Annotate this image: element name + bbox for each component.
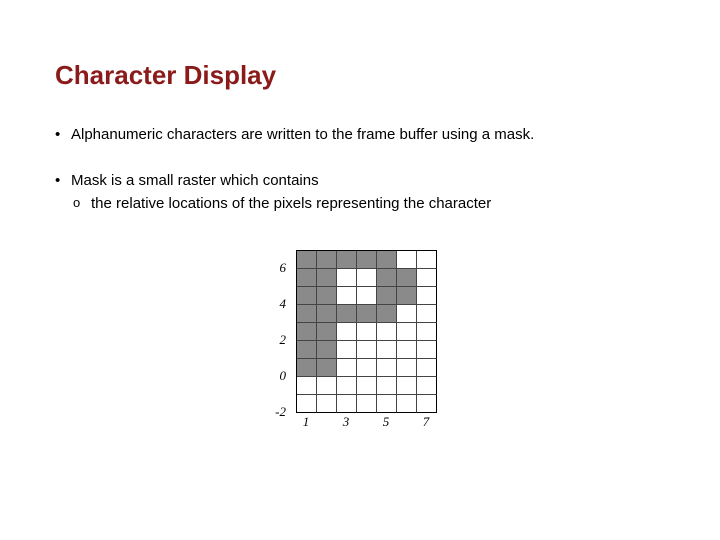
- raster-mask-figure: 6 4 2 0 -2 1 3 5 7: [260, 250, 460, 430]
- grid-cell: [337, 269, 357, 287]
- grid-cell: [417, 323, 437, 341]
- grid-cell: [317, 377, 337, 395]
- slide: Character Display Alphanumeric character…: [0, 0, 720, 470]
- grid-cell: [297, 377, 317, 395]
- grid-cell: [317, 359, 337, 377]
- sub-bullet-text: the relative locations of the pixels rep…: [91, 195, 491, 212]
- y-tick-label: 4: [280, 296, 287, 312]
- grid-cell: [377, 269, 397, 287]
- grid-cell: [377, 377, 397, 395]
- grid-cell: [417, 251, 437, 269]
- y-tick-label: 0: [280, 368, 287, 384]
- grid-cell: [397, 359, 417, 377]
- grid-cell: [377, 305, 397, 323]
- grid-cell: [337, 251, 357, 269]
- grid-cell: [337, 287, 357, 305]
- grid-cell: [357, 341, 377, 359]
- grid-cell: [337, 341, 357, 359]
- grid-cell: [297, 287, 317, 305]
- grid-cell: [397, 323, 417, 341]
- y-tick-label: 6: [280, 260, 287, 276]
- grid-cell: [297, 341, 317, 359]
- grid-cell: [357, 377, 377, 395]
- x-tick-label: 1: [303, 414, 310, 430]
- grid-cell: [377, 341, 397, 359]
- grid-cell: [357, 305, 377, 323]
- y-tick-label: 2: [280, 332, 287, 348]
- bullet-text: Alphanumeric characters are written to t…: [71, 126, 534, 143]
- grid-cell: [317, 305, 337, 323]
- raster-grid: [296, 250, 437, 413]
- bullet-item: Mask is a small raster which contains th…: [55, 171, 665, 214]
- grid-cell: [337, 359, 357, 377]
- grid-cell: [357, 269, 377, 287]
- grid-cell: [297, 395, 317, 413]
- grid-cell: [377, 323, 397, 341]
- grid-cell: [357, 323, 377, 341]
- grid-cell: [297, 251, 317, 269]
- grid-cell: [377, 359, 397, 377]
- sub-bullet-list: the relative locations of the pixels rep…: [71, 194, 665, 214]
- grid-cell: [397, 287, 417, 305]
- grid-cell: [417, 359, 437, 377]
- grid-cell: [297, 305, 317, 323]
- grid-cell: [317, 341, 337, 359]
- grid-cell: [297, 323, 317, 341]
- grid-cell: [317, 269, 337, 287]
- grid-cell: [317, 287, 337, 305]
- grid-cell: [397, 251, 417, 269]
- grid-cell: [397, 305, 417, 323]
- grid-cell: [417, 341, 437, 359]
- grid-cell: [397, 395, 417, 413]
- x-tick-label: 5: [383, 414, 390, 430]
- grid-cell: [417, 305, 437, 323]
- grid-cell: [357, 359, 377, 377]
- grid-cell: [297, 359, 317, 377]
- grid-cell: [357, 287, 377, 305]
- slide-title: Character Display: [55, 60, 665, 91]
- grid-cell: [417, 377, 437, 395]
- sub-bullet-item: the relative locations of the pixels rep…: [71, 194, 665, 214]
- grid-cell: [337, 323, 357, 341]
- bullet-item: Alphanumeric characters are written to t…: [55, 125, 665, 145]
- grid-cell: [417, 395, 437, 413]
- grid-cell: [377, 251, 397, 269]
- grid-cell: [317, 323, 337, 341]
- grid-cell: [337, 305, 357, 323]
- y-axis-labels: 6 4 2 0 -2: [260, 250, 292, 412]
- x-tick-label: 7: [423, 414, 430, 430]
- grid-cell: [357, 251, 377, 269]
- grid-cell: [317, 395, 337, 413]
- grid-cell: [397, 341, 417, 359]
- grid-cell: [417, 287, 437, 305]
- bullet-text: Mask is a small raster which contains: [71, 172, 319, 189]
- grid-cell: [377, 287, 397, 305]
- grid-cell: [337, 395, 357, 413]
- grid-cell: [397, 377, 417, 395]
- y-tick-label: -2: [275, 404, 286, 420]
- grid-cell: [337, 377, 357, 395]
- grid-cell: [357, 395, 377, 413]
- grid-cell: [417, 269, 437, 287]
- bullet-list: Alphanumeric characters are written to t…: [55, 125, 665, 214]
- figure-container: 6 4 2 0 -2 1 3 5 7: [55, 250, 665, 430]
- x-tick-label: 3: [343, 414, 350, 430]
- grid-cell: [397, 269, 417, 287]
- grid-cell: [317, 251, 337, 269]
- grid-cell: [297, 269, 317, 287]
- grid-cell: [377, 395, 397, 413]
